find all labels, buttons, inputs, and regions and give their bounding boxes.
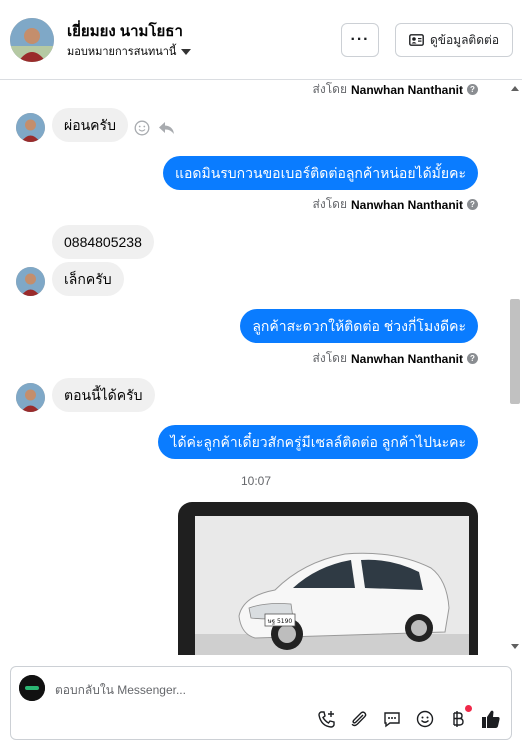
sent-by-line: ส่งโดย Nanwhan Nanthanit ? [313, 349, 478, 368]
contact-info-label: ดูข้อมูลติดต่อ [429, 32, 500, 47]
scroll-down-icon[interactable] [511, 644, 519, 649]
incoming-message[interactable]: ตอนนี้ได้ครับ [52, 378, 155, 412]
notification-dot [465, 705, 472, 712]
contact-card-icon [409, 34, 424, 46]
assign-conversation-dropdown[interactable]: มอบหมายการสนทนานี้ [67, 42, 192, 60]
incoming-message[interactable]: ผ่อนครับ [52, 108, 128, 142]
emoji-icon[interactable] [134, 120, 150, 136]
add-call-icon[interactable] [316, 709, 336, 729]
contact-avatar[interactable] [10, 18, 54, 62]
page-avatar [19, 675, 45, 701]
agent-name: Nanwhan Nanthanit [350, 197, 463, 212]
help-icon[interactable]: ? [467, 84, 478, 95]
message-thread[interactable]: ส่งโดย Nanwhan Nanthanit ? ผ่อนครับ แอดม… [0, 80, 508, 655]
sent-by-line: ส่งโดย Nanwhan Nanthanit ? [313, 195, 478, 214]
message-composer: ตอบกลับใน Messenger... [10, 666, 512, 740]
agent-name: Nanwhan Nanthanit [350, 351, 463, 366]
sent-by-prefix: ส่งโดย [312, 197, 347, 211]
license-plate-text: ษฐ 5190 [268, 618, 293, 625]
chevron-down-icon [181, 48, 192, 55]
sent-by-line: ส่งโดย Nanwhan Nanthanit ? [313, 80, 478, 99]
contact-avatar-small[interactable] [16, 267, 45, 296]
contact-avatar-small[interactable] [16, 113, 45, 142]
like-icon[interactable] [481, 709, 501, 729]
more-options-button[interactable]: ··· [341, 23, 379, 57]
outgoing-message[interactable]: แอดมินรบกวนขอเบอร์ติดต่อลูกค้าหน่อยได้มั… [162, 156, 478, 190]
help-icon[interactable]: ? [467, 199, 478, 210]
sent-by-prefix: ส่งโดย [312, 82, 347, 96]
thread-scrollbar[interactable] [508, 80, 522, 655]
agent-name: Nanwhan Nanthanit [350, 82, 463, 97]
saved-reply-icon[interactable] [382, 709, 402, 729]
reply-icon[interactable] [158, 121, 175, 135]
outgoing-message[interactable]: ได้ค่ะลูกค้าเดี๋ยวสักครู่มีเซลล์ติดต่อ ล… [158, 425, 478, 459]
smiley-icon[interactable] [415, 709, 435, 729]
view-contact-info-button[interactable]: ดูข้อมูลติดต่อ [395, 23, 513, 57]
reply-input[interactable]: ตอบกลับใน Messenger... [55, 681, 186, 700]
outgoing-message[interactable]: ลูกค้าสะดวกให้ติดต่อ ช่วงกี่โมงดีคะ [240, 309, 478, 343]
incoming-message[interactable]: 0884805238 [52, 225, 154, 259]
contact-avatar-small[interactable] [16, 383, 45, 412]
message-timestamp: 10:07 [240, 474, 272, 488]
sent-by-prefix: ส่งโดย [312, 351, 347, 365]
scroll-up-icon[interactable] [511, 86, 519, 91]
image-message[interactable]: ษฐ 5190 [178, 502, 478, 655]
attach-icon[interactable] [349, 709, 369, 729]
assign-label: มอบหมายการสนทนานี้ [67, 46, 177, 58]
message-actions [134, 120, 175, 136]
car-photo: ษฐ 5190 [195, 516, 469, 655]
conversation-header: เยี่ยมยง นามโยธา มอบหมายการสนทนานี้ ··· … [0, 0, 522, 80]
scroll-thumb[interactable] [510, 299, 520, 404]
more-icon: ··· [350, 31, 370, 48]
baht-payment-icon[interactable] [448, 705, 472, 729]
contact-name[interactable]: เยี่ยมยง นามโยธา [67, 19, 183, 43]
incoming-message[interactable]: เล็กครับ [52, 262, 124, 296]
composer-toolbar [316, 705, 501, 729]
help-icon[interactable]: ? [467, 353, 478, 364]
